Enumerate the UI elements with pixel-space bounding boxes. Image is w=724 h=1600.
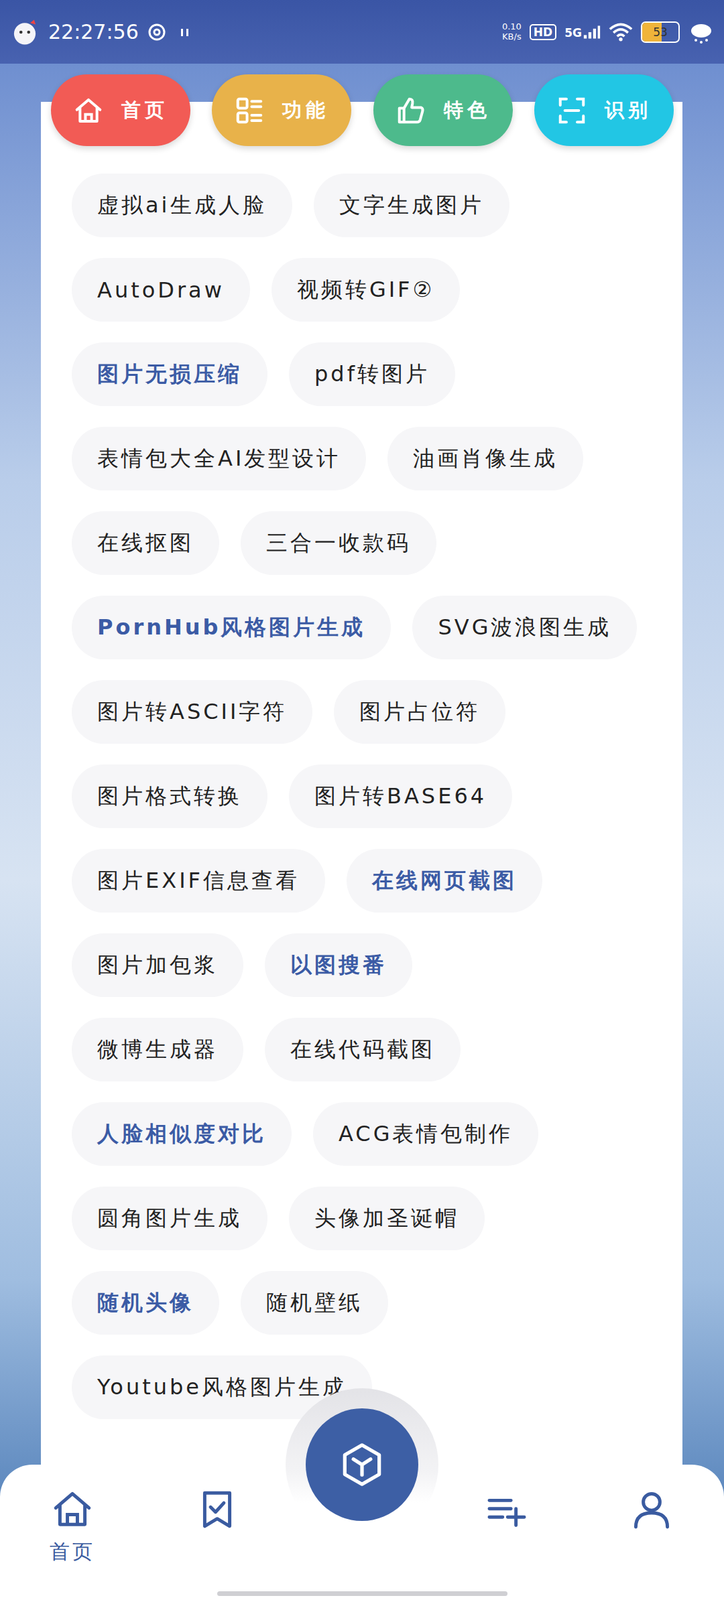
tool-row: 图片无损压缩 pdf转图片 bbox=[71, 342, 663, 407]
battery: 53 bbox=[640, 21, 680, 43]
tool-chip[interactable]: 油画肖像生成 bbox=[387, 427, 584, 491]
battery-level: 53 bbox=[652, 25, 668, 39]
signal-icon bbox=[583, 24, 601, 40]
top-nav-pill[interactable]: 功能 bbox=[211, 74, 352, 147]
tool-chip[interactable]: SVG波浪图生成 bbox=[412, 595, 637, 660]
top-nav-pill[interactable]: 特色 bbox=[373, 74, 513, 147]
tool-chip[interactable]: 图片格式转换 bbox=[71, 764, 268, 829]
net-speed: 0.10KB/s bbox=[502, 22, 522, 42]
tool-card: 虚拟ai生成人脸文字生成图片 AutoDraw 视频转GIF②图片无损压缩 pdf转图… bbox=[40, 101, 683, 1600]
status-left: 22:27:56 bbox=[9, 16, 196, 48]
tool-chip[interactable]: 图片转ASCII字符 bbox=[71, 680, 313, 745]
tool-chip[interactable]: 虚拟ai生成人脸 bbox=[71, 173, 293, 238]
cube-icon bbox=[338, 1441, 386, 1489]
fab-halo bbox=[285, 1389, 439, 1542]
top-nav-label: 功能 bbox=[282, 97, 330, 125]
tool-row: 在线抠图三合一收款码 bbox=[71, 511, 663, 576]
tool-chip[interactable]: AutoDraw bbox=[71, 258, 251, 322]
tool-chip[interactable]: 微博生成器 bbox=[71, 1018, 244, 1082]
tool-chip[interactable]: 在线抠图 bbox=[71, 511, 220, 576]
top-nav-pill[interactable]: 识别 bbox=[534, 74, 674, 147]
thumbs-up-icon bbox=[395, 95, 427, 127]
home-icon bbox=[51, 1489, 94, 1532]
tool-chip[interactable]: 随机壁纸 bbox=[240, 1271, 389, 1336]
top-nav: 首页 功能 特色 识别 bbox=[50, 74, 674, 147]
tool-row: 图片格式转换图片转BASE64 bbox=[71, 764, 663, 829]
tool-chip[interactable]: 图片加包浆 bbox=[71, 933, 244, 998]
tool-row: 微博生成器在线代码截图 bbox=[71, 1018, 663, 1082]
tool-chip[interactable]: 图片占位符 bbox=[333, 680, 506, 745]
fab-button[interactable] bbox=[305, 1409, 419, 1522]
scan-icon bbox=[556, 95, 588, 127]
tool-row: AutoDraw 视频转GIF② bbox=[71, 258, 663, 322]
tool-row: 圆角图片生成头像加圣诞帽 bbox=[71, 1187, 663, 1251]
app-avatar-icon bbox=[9, 16, 41, 48]
tool-chip[interactable]: 在线网页截图 bbox=[346, 849, 543, 914]
tool-chip[interactable]: 文字生成图片 bbox=[313, 173, 510, 238]
tool-chip[interactable]: 圆角图片生成 bbox=[71, 1187, 268, 1251]
tool-row: 人脸相似度对比 ACG表情包制作 bbox=[71, 1102, 663, 1167]
pause-icon bbox=[174, 22, 196, 43]
tool-row: 图片转ASCII字符图片占位符 bbox=[71, 680, 663, 745]
status-time: 22:27:56 bbox=[48, 20, 139, 44]
tool-row: PornHub风格图片生成 SVG波浪图生成 bbox=[71, 595, 663, 660]
tool-chip[interactable]: 人脸相似度对比 bbox=[71, 1102, 292, 1167]
tool-row: 随机头像随机壁纸 bbox=[71, 1271, 663, 1336]
tool-chip[interactable]: 随机头像 bbox=[71, 1271, 220, 1336]
tool-chip[interactable]: 头像加圣诞帽 bbox=[288, 1187, 485, 1251]
user-icon bbox=[630, 1489, 673, 1532]
grid-icon bbox=[233, 95, 265, 127]
tool-chip[interactable]: 三合一收款码 bbox=[240, 511, 437, 576]
hd-badge: HD bbox=[529, 24, 557, 41]
tool-chip[interactable]: 表情包大全AI发型设计 bbox=[71, 427, 367, 491]
status-right: 0.10KB/s HD 5G 53 bbox=[502, 18, 715, 46]
screen: 22:27:56 0.10KB/s HD 5G 53 虚拟ai生成人脸文字生成图片 Auto… bbox=[0, 0, 724, 1600]
tool-chip[interactable]: pdf转图片 bbox=[288, 342, 456, 407]
signal: 5G bbox=[564, 24, 601, 40]
tool-chip[interactable]: 图片转BASE64 bbox=[288, 764, 513, 829]
tool-row: 图片加包浆以图搜番 bbox=[71, 933, 663, 998]
top-nav-label: 特色 bbox=[443, 97, 491, 125]
net-speed-unit: KB/s bbox=[502, 32, 522, 42]
tool-row: 图片EXIF信息查看在线网页截图 bbox=[71, 849, 663, 914]
signal-type: 5G bbox=[564, 26, 582, 40]
tool-row: 虚拟ai生成人脸文字生成图片 bbox=[71, 173, 663, 238]
tool-chip[interactable]: 图片无损压缩 bbox=[71, 342, 268, 407]
weather-icon bbox=[687, 18, 715, 46]
tool-chip[interactable]: ACG表情包制作 bbox=[313, 1102, 539, 1167]
home-icon bbox=[73, 95, 104, 127]
top-nav-label: 首页 bbox=[121, 97, 169, 125]
tool-row: 表情包大全AI发型设计油画肖像生成 bbox=[71, 427, 663, 491]
bottom-nav-item[interactable] bbox=[579, 1489, 724, 1532]
home-indicator bbox=[217, 1592, 508, 1597]
status-bar: 22:27:56 0.10KB/s HD 5G 53 bbox=[0, 0, 724, 64]
tool-chip[interactable]: PornHub风格图片生成 bbox=[71, 595, 391, 660]
top-nav-pill[interactable]: 首页 bbox=[50, 74, 191, 147]
bookmark-check-icon bbox=[196, 1489, 238, 1532]
bottom-nav: 首页 bbox=[0, 1465, 724, 1600]
tool-chip[interactable]: 视频转GIF② bbox=[271, 258, 460, 322]
wifi-icon bbox=[608, 22, 633, 42]
top-nav-label: 识别 bbox=[604, 97, 652, 125]
swirl-icon bbox=[146, 22, 167, 43]
bottom-nav-label: 首页 bbox=[49, 1539, 96, 1567]
bottom-nav-item[interactable] bbox=[434, 1489, 580, 1532]
tool-chip[interactable]: 以图搜番 bbox=[264, 933, 413, 998]
playlist-add-icon bbox=[486, 1489, 528, 1532]
tool-chip[interactable]: 图片EXIF信息查看 bbox=[71, 849, 326, 914]
bottom-nav-item[interactable] bbox=[144, 1489, 290, 1532]
net-speed-value: 0.10 bbox=[502, 22, 522, 32]
bottom-nav-item[interactable]: 首页 bbox=[0, 1489, 145, 1567]
tool-chip[interactable]: 在线代码截图 bbox=[264, 1018, 461, 1082]
